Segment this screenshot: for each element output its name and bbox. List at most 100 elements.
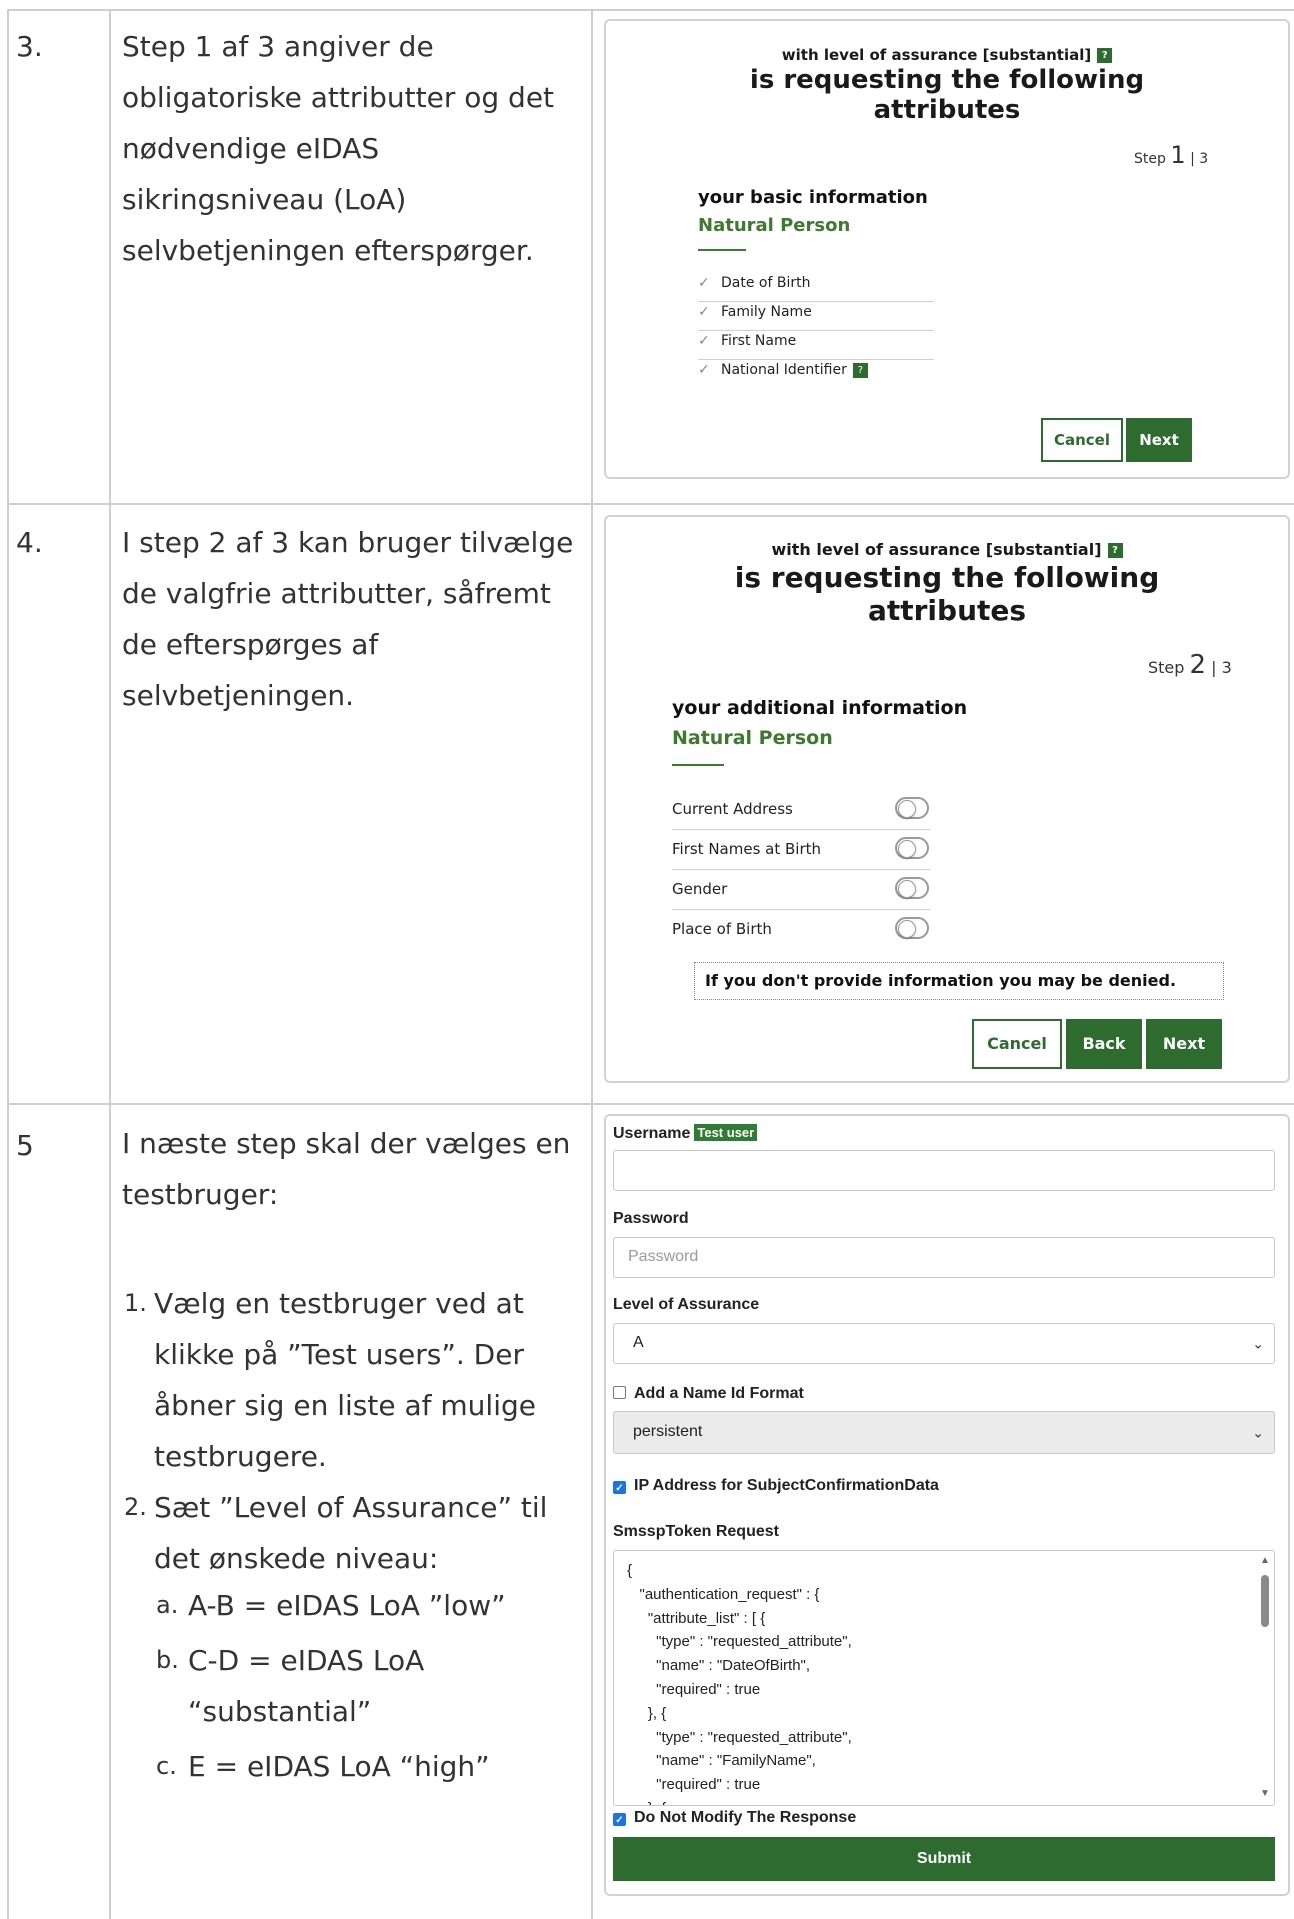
list-item-text: A-B = eIDAS LoA ”low”	[188, 1589, 506, 1622]
loa-select[interactable]: A ⌄	[613, 1323, 1275, 1364]
chevron-down-icon: ⌄	[1252, 1335, 1264, 1351]
attribute-row: ✓ First Name	[698, 333, 934, 360]
cancel-button[interactable]: Cancel	[1041, 418, 1123, 462]
check-icon: ✓	[698, 304, 710, 320]
screenshot-step-1: with level of assurance [substantial]? i…	[604, 19, 1290, 479]
list-item-text: Vælg en testbruger ved at klikke på ”Tes…	[154, 1287, 536, 1473]
attribute-row: ✓ Family Name	[698, 304, 934, 331]
row-description: I næste step skal der vælges en testbrug…	[122, 1118, 587, 1792]
row-number: 5	[16, 1129, 34, 1162]
row-description-text: I step 2 af 3 kan bruger tilvælge de val…	[122, 526, 574, 712]
next-button[interactable]: Next	[1146, 1019, 1222, 1069]
list-item: 1. Vælg en testbruger ved at klikke på ”T…	[122, 1278, 587, 1482]
test-users-button[interactable]: Test user	[694, 1124, 758, 1141]
list-item: c. E = eIDAS LoA “high”	[122, 1741, 587, 1792]
step-current: 1	[1170, 141, 1186, 169]
heading-line: is requesting the following	[734, 561, 1160, 594]
loa-label: Level of Assurance	[613, 1296, 760, 1313]
no-modify-label: Do Not Modify The Response	[634, 1809, 857, 1826]
row-intro-text: I næste step skal der vælges en testbrug…	[122, 1127, 571, 1211]
step-word: Step	[1134, 151, 1166, 167]
username-label-text: Username	[613, 1125, 691, 1142]
step-word: Step	[1148, 658, 1185, 677]
row-divider	[7, 503, 1294, 505]
attribute-row: Gender	[672, 875, 930, 910]
attribute-label: Current Address	[672, 800, 793, 818]
check-icon: ✓	[698, 275, 710, 291]
ip-address-checkbox[interactable]: ✓	[613, 1481, 626, 1494]
list-item: b. C-D = eIDAS LoA “substantial”	[122, 1635, 587, 1737]
username-input[interactable]	[613, 1150, 1275, 1191]
loa-text: with level of assurance [substantial]	[781, 46, 1092, 64]
name-id-format-select[interactable]: persistent ⌄	[613, 1411, 1275, 1454]
list-marker: b.	[156, 1646, 179, 1674]
name-id-format-value: persistent	[633, 1423, 703, 1440]
section-underline	[698, 249, 746, 251]
list-item-text: C-D = eIDAS LoA “substantial”	[188, 1644, 425, 1728]
step-current: 2	[1189, 650, 1207, 680]
list-item: a. A-B = eIDAS LoA ”low”	[122, 1580, 587, 1631]
ip-address-row: ✓ IP Address for SubjectConfirmationData	[613, 1477, 939, 1495]
step-indicator: Step 1 | 3	[1134, 141, 1208, 169]
smssp-token-textarea[interactable]: { "authentication_request" : { "attribut…	[613, 1550, 1275, 1806]
table-border-left	[7, 9, 9, 1919]
attribute-toggle[interactable]	[895, 917, 929, 939]
name-id-format-label: Add a Name Id Format	[634, 1385, 804, 1402]
help-icon[interactable]: ?	[1097, 48, 1113, 63]
subject-type: Natural Person	[672, 727, 833, 749]
attribute-label: First Names at Birth	[672, 840, 822, 858]
toggle-knob	[898, 920, 916, 938]
scrollbar-thumb[interactable]	[1261, 1575, 1269, 1627]
username-label: Username Test user	[613, 1124, 758, 1143]
attribute-row: ✓ National Identifier?	[698, 362, 934, 388]
textarea-scrollbar[interactable]: ▲ ▼	[1258, 1555, 1272, 1799]
subject-type: Natural Person	[698, 215, 851, 236]
row-description-text: Step 1 af 3 angiver de obligatoriske att…	[122, 30, 555, 267]
attribute-label: National Identifier	[721, 362, 847, 378]
submit-button[interactable]: Submit	[613, 1837, 1275, 1881]
password-input[interactable]: Password	[613, 1237, 1275, 1278]
attribute-label: Gender	[672, 880, 728, 898]
row-number: 3.	[16, 30, 43, 63]
chevron-down-icon: ⌄	[1252, 1424, 1264, 1440]
loa-selected-value: A	[633, 1334, 644, 1351]
step-indicator: Step 2 | 3	[1148, 650, 1232, 680]
scroll-up-icon[interactable]: ▲	[1260, 1555, 1270, 1566]
attribute-label: Date of Birth	[721, 275, 811, 291]
name-id-format-checkbox[interactable]	[613, 1386, 626, 1399]
check-icon: ✓	[698, 333, 710, 349]
attribute-label: Family Name	[721, 304, 812, 320]
section-title: your basic information	[698, 187, 928, 208]
attribute-toggle[interactable]	[895, 837, 929, 859]
toggle-knob	[898, 840, 916, 858]
row-description: Step 1 af 3 angiver de obligatoriske att…	[122, 21, 587, 276]
loa-line: with level of assurance [substantial]?	[606, 540, 1288, 559]
list-item-text: E = eIDAS LoA “high”	[188, 1750, 490, 1783]
step-total: | 3	[1190, 151, 1209, 167]
back-button[interactable]: Back	[1066, 1019, 1142, 1069]
attribute-row: ✓ Date of Birth	[698, 275, 934, 302]
no-modify-checkbox[interactable]: ✓	[613, 1813, 626, 1826]
list-marker: 1.	[124, 1289, 147, 1317]
sub-list: a. A-B = eIDAS LoA ”low” b. C-D = eIDAS Lo…	[122, 1580, 587, 1792]
help-icon[interactable]: ?	[852, 362, 868, 378]
list-item-text: Sæt ”Level of Assurance” til det ønskede…	[154, 1491, 548, 1575]
list-marker: c.	[156, 1752, 177, 1780]
name-id-format-row: Add a Name Id Format	[613, 1385, 804, 1403]
attribute-toggle[interactable]	[895, 877, 929, 899]
list-item: 2. Sæt ”Level of Assurance” til det ønske…	[122, 1482, 587, 1584]
attribute-toggle[interactable]	[895, 797, 929, 819]
toggle-knob	[898, 800, 916, 818]
next-button[interactable]: Next	[1126, 418, 1192, 462]
password-label: Password	[613, 1210, 689, 1227]
table-border-top	[7, 9, 1294, 11]
attribute-row: Place of Birth	[672, 915, 930, 949]
attribute-row: Current Address	[672, 795, 930, 830]
page-heading: is requesting the following attributes	[606, 561, 1288, 627]
scroll-down-icon[interactable]: ▼	[1260, 1788, 1270, 1799]
section-title: your additional information	[672, 697, 968, 719]
password-placeholder: Password	[628, 1248, 699, 1265]
help-icon[interactable]: ?	[1107, 543, 1123, 558]
cancel-button[interactable]: Cancel	[972, 1019, 1062, 1069]
heading-line: is requesting the following	[749, 65, 1145, 95]
